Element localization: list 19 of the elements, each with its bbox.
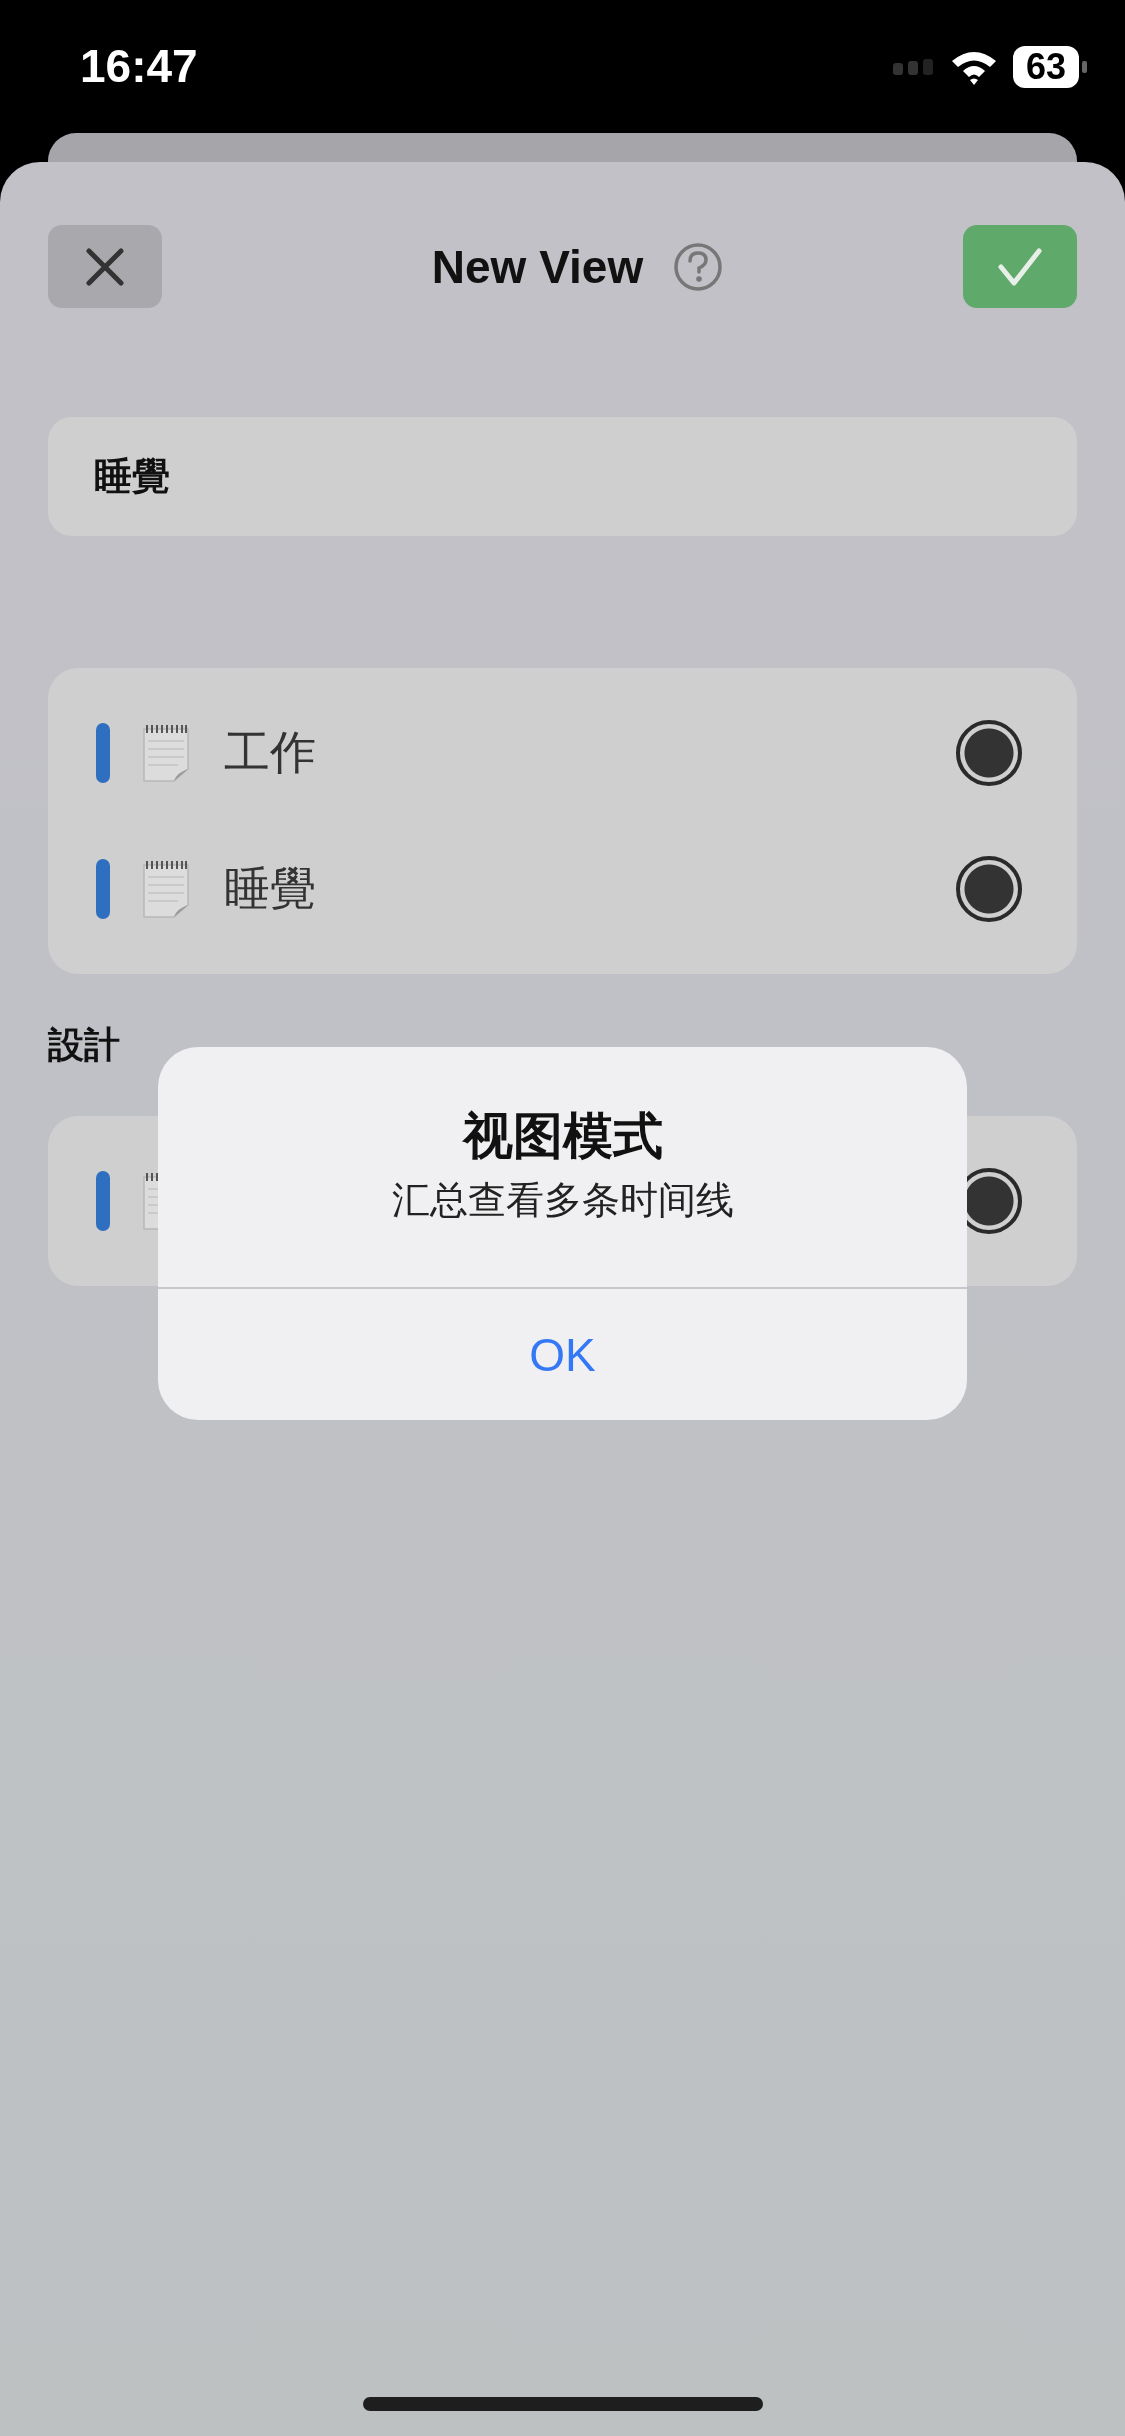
ok-button[interactable]: OK: [158, 1289, 967, 1420]
alert-message: 汇总查看多条时间线: [391, 1178, 734, 1223]
name-field[interactable]: 睡覺: [48, 417, 1077, 536]
close-icon: [85, 246, 125, 287]
color-bar: [96, 859, 110, 919]
section-title: 設計: [48, 1023, 120, 1067]
timeline-name: 工作: [224, 725, 317, 780]
clock-time: 16:47: [80, 38, 199, 93]
alert-title: 视图模式: [462, 1107, 663, 1165]
help-icon[interactable]: [673, 241, 724, 292]
notepad-icon: [142, 723, 190, 783]
signal-icon: [893, 58, 935, 75]
notepad-icon: [142, 859, 190, 919]
timeline-name: 睡覺: [224, 861, 317, 916]
sheet-title: New View: [431, 239, 644, 294]
close-button[interactable]: [48, 225, 162, 308]
checkmark-icon: [997, 246, 1043, 287]
color-bar: [96, 723, 110, 783]
color-bar: [96, 1171, 110, 1231]
